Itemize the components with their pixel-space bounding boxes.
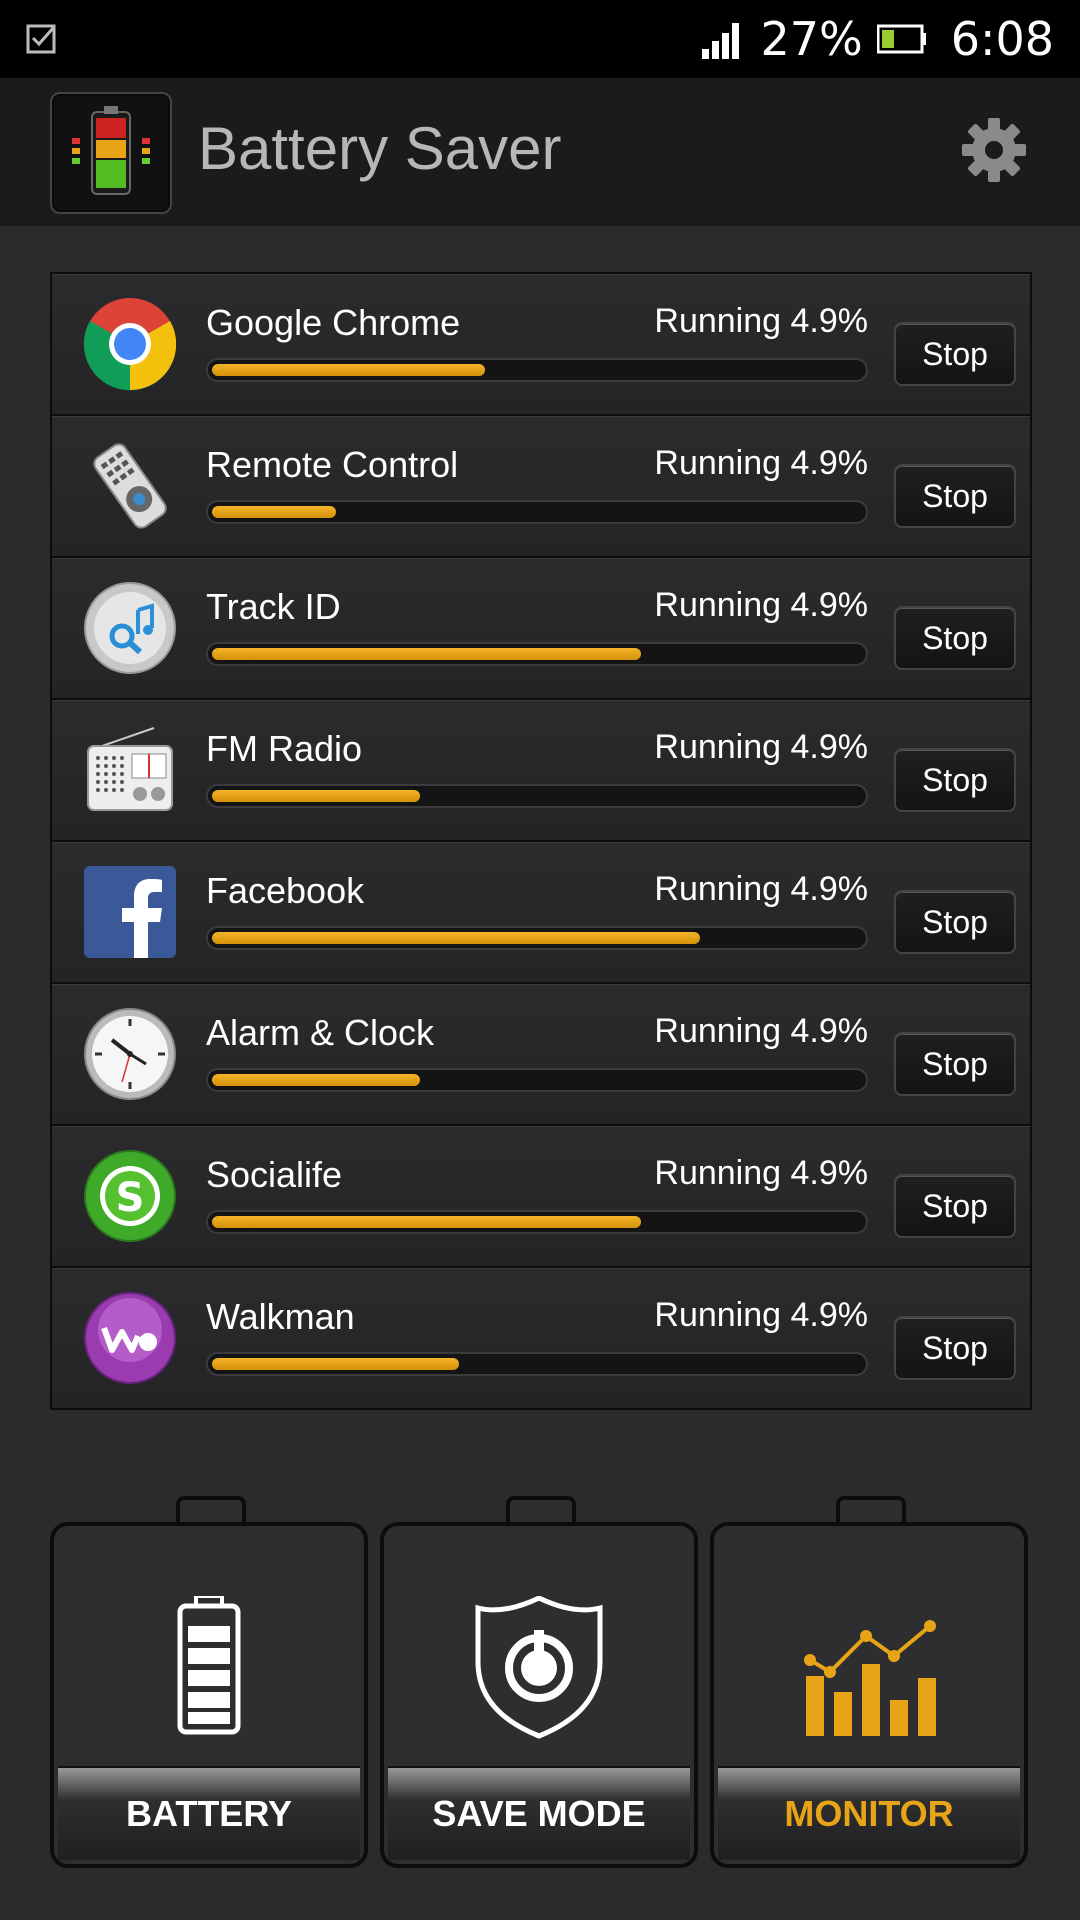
stop-button[interactable]: Stop [894,1316,1016,1380]
app-name: Google Chrome [206,302,461,343]
app-status: Running 4.9% [654,444,868,482]
list-item: Remote Control Running 4.9% Stop [52,416,1030,558]
usage-bar [206,1210,868,1234]
app-logo-icon [50,92,172,214]
settings-gear-icon[interactable] [958,114,1030,186]
clock-time: 6:08 [950,12,1054,66]
chart-icon [804,1620,936,1736]
usage-bar-fill [212,1074,420,1086]
list-item: Alarm & Clock Running 4.9% Stop [52,984,1030,1126]
list-item: Walkman Running 4.9% Stop [52,1268,1030,1408]
usage-bar-fill [212,1216,641,1228]
usage-bar-fill [212,932,700,944]
app-name: Facebook [206,870,365,911]
chrome-icon [83,298,177,391]
nav-battery-button[interactable]: BATTERY [50,1494,368,1870]
nav-body: MONITOR [710,1522,1028,1868]
app-status: Running 4.9% [654,870,868,908]
app-name: Remote Control [206,444,459,485]
nav-monitor-button[interactable]: MONITOR [710,1494,1028,1870]
status-bar: 27% 6:08 [0,0,1080,78]
walkman-icon [84,1292,176,1384]
running-apps-list: Google Chrome Running 4.9% Stop Remote C… [50,272,1032,1410]
nav-body: SAVE MODE [380,1522,698,1868]
usage-bar-fill [212,1358,459,1370]
clock-icon [84,1008,176,1100]
svg-text:S: S [116,1175,145,1221]
stop-button[interactable]: Stop [894,890,1016,954]
usage-bar-fill [212,790,420,802]
app-title: Battery Saver [198,115,562,182]
nav-label: SAVE MODE [388,1766,690,1860]
usage-bar [206,926,868,950]
nav-save-mode-button[interactable]: SAVE MODE [380,1494,698,1870]
track-id-icon [84,582,176,674]
battery-status-icon [876,24,926,54]
battery-percent: 27% [760,12,863,66]
list-item: Facebook Running 4.9% Stop [52,842,1030,984]
app-status: Running 4.9% [654,1154,868,1192]
app-status: Running 4.9% [654,728,868,766]
facebook-icon [84,866,176,958]
usage-bar [206,1352,868,1376]
stop-button[interactable]: Stop [894,606,1016,670]
app-name: Alarm & Clock [206,1012,435,1053]
fm-radio-icon [87,727,173,811]
usage-bar [206,1068,868,1092]
stop-button[interactable]: Stop [894,1032,1016,1096]
shield-power-icon [475,1596,603,1739]
usage-bar [206,358,868,382]
stop-button[interactable]: Stop [894,1174,1016,1238]
app-name: Socialife [206,1154,343,1195]
remote-control-icon [93,443,167,529]
battery-icon [177,1596,241,1735]
signal-icon [702,23,740,59]
socialife-icon: S [84,1150,176,1242]
usage-bar-fill [212,364,485,376]
usage-bar-fill [212,506,336,518]
app-name: Track ID [206,586,341,627]
usage-bar [206,642,868,666]
list-item: Track ID Running 4.9% Stop [52,558,1030,700]
stop-button[interactable]: Stop [894,322,1016,386]
usage-bar [206,500,868,524]
app-name: FM Radio [206,728,363,769]
list-item: Google Chrome Running 4.9% Stop [52,274,1030,416]
usage-bar [206,784,868,808]
app-status: Running 4.9% [654,1296,868,1334]
nav-label: BATTERY [58,1766,360,1860]
stop-button[interactable]: Stop [894,464,1016,528]
checkbox-notification-icon [26,24,56,54]
app-status: Running 4.9% [654,1012,868,1050]
app-name: Walkman [206,1296,355,1337]
nav-label: MONITOR [718,1766,1020,1860]
stop-button[interactable]: Stop [894,748,1016,812]
app-status: Running 4.9% [654,302,868,340]
list-item: FM Radio Running 4.9% Stop [52,700,1030,842]
app-status: Running 4.9% [654,586,868,624]
list-item: S Socialife Running 4.9% Stop [52,1126,1030,1268]
usage-bar-fill [212,648,641,660]
nav-body: BATTERY [50,1522,368,1868]
app-bar: Battery Saver [0,78,1080,226]
